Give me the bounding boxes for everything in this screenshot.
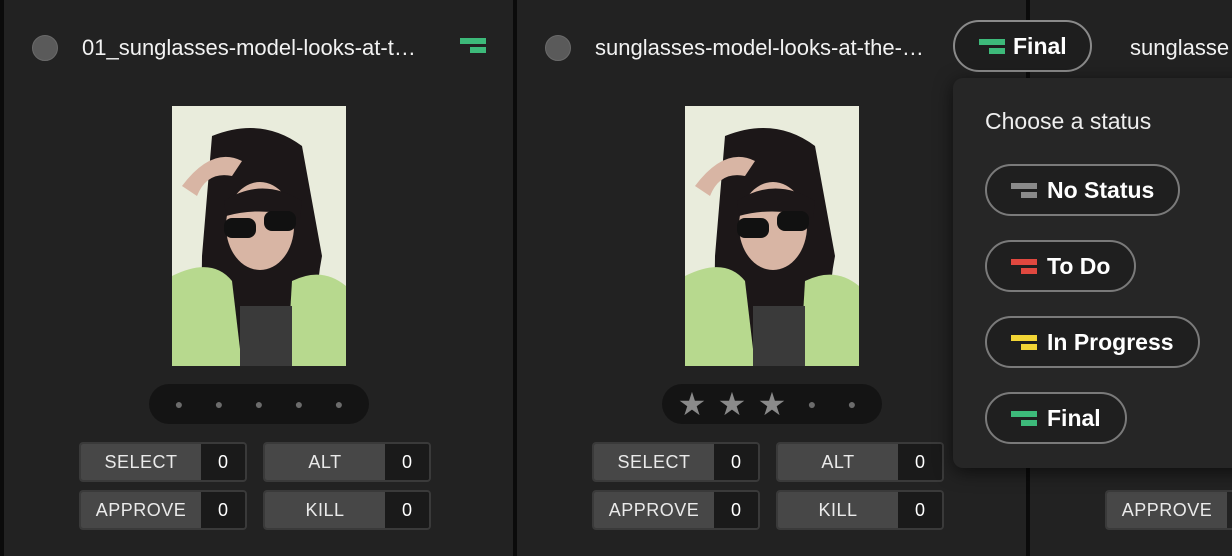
counter-label[interactable]: KILL xyxy=(265,492,385,528)
approve-counter[interactable]: APPROVE xyxy=(1105,490,1232,530)
star-icon[interactable]: ★ xyxy=(672,384,712,424)
status-bars-icon[interactable] xyxy=(460,38,486,53)
counter-value: 0 xyxy=(714,492,758,528)
asset-filename: sunglasses-model-looks-at-the-… xyxy=(595,35,924,60)
status-option-label: To Do xyxy=(1047,252,1111,279)
counter-label[interactable]: ALT xyxy=(265,444,385,480)
status-bars-icon xyxy=(1011,182,1037,198)
counter-label[interactable]: APPROVE xyxy=(594,492,714,528)
star-rating[interactable]: ★ ★ ★ ● ● xyxy=(662,384,882,424)
star-icon[interactable]: ★ xyxy=(752,384,792,424)
status-option-label: No Status xyxy=(1047,176,1155,203)
approve-counter[interactable]: APPROVE 0 xyxy=(592,490,760,530)
status-bars-icon xyxy=(979,38,1005,54)
status-option-in-progress[interactable]: In Progress xyxy=(985,316,1200,368)
status-option-to-do[interactable]: To Do xyxy=(985,240,1137,292)
counter-value: 0 xyxy=(898,444,942,480)
counter-label[interactable]: APPROVE xyxy=(81,492,201,528)
rating-dot-2[interactable]: ● xyxy=(199,396,239,412)
status-bars-icon xyxy=(1011,410,1037,426)
counter-value: 0 xyxy=(201,492,245,528)
asset-filename: 01_sunglasses-model-looks-at-t… xyxy=(82,35,416,60)
status-menu: Choose a status No Status To Do In Progr… xyxy=(953,78,1232,468)
status-option-label: In Progress xyxy=(1047,328,1174,355)
rating-dot-4[interactable]: ● xyxy=(279,396,319,412)
rating-dot-3[interactable]: ● xyxy=(239,396,279,412)
status-bars-icon xyxy=(1011,258,1037,274)
status-option-final[interactable]: Final xyxy=(985,392,1127,444)
status-menu-title: Choose a status xyxy=(985,108,1152,134)
approve-counter[interactable]: APPROVE 0 xyxy=(79,490,247,530)
status-option-label: Final xyxy=(1047,404,1101,431)
counter-label[interactable]: SELECT xyxy=(594,444,714,480)
counter-value: 0 xyxy=(385,492,429,528)
status-bars-icon xyxy=(1011,334,1037,350)
status-option-no-status[interactable]: No Status xyxy=(985,164,1181,216)
rating-dot-1[interactable]: ● xyxy=(159,396,199,412)
kill-counter[interactable]: KILL 0 xyxy=(776,490,944,530)
select-counter[interactable]: SELECT 0 xyxy=(79,442,247,482)
star-rating[interactable]: ● ● ● ● ● xyxy=(149,384,369,424)
select-radio-icon[interactable] xyxy=(545,35,571,61)
status-button-label: Final xyxy=(1013,32,1067,59)
asset-thumbnail[interactable] xyxy=(685,106,859,366)
counter-label[interactable]: SELECT xyxy=(81,444,201,480)
counter-label[interactable]: ALT xyxy=(778,444,898,480)
select-counter[interactable]: SELECT 0 xyxy=(592,442,760,482)
asset-card[interactable]: 01_sunglasses-model-looks-at-t… ● ● ● ● … xyxy=(0,0,517,556)
asset-filename: sunglasse xyxy=(1130,35,1230,60)
select-radio-icon[interactable] xyxy=(32,35,58,61)
counter-value: 0 xyxy=(898,492,942,528)
rating-dot-5[interactable]: ● xyxy=(832,396,872,412)
status-dropdown-button[interactable]: Final xyxy=(953,20,1092,72)
asset-thumbnail[interactable] xyxy=(172,106,346,366)
counter-label[interactable]: APPROVE xyxy=(1107,492,1227,528)
counter-label[interactable]: KILL xyxy=(778,492,898,528)
rating-dot-4[interactable]: ● xyxy=(792,396,832,412)
rating-dot-5[interactable]: ● xyxy=(319,396,359,412)
kill-counter[interactable]: KILL 0 xyxy=(263,490,431,530)
counter-value: 0 xyxy=(385,444,429,480)
counter-value: 0 xyxy=(714,444,758,480)
counter-value: 0 xyxy=(201,444,245,480)
alt-counter[interactable]: ALT 0 xyxy=(776,442,944,482)
alt-counter[interactable]: ALT 0 xyxy=(263,442,431,482)
star-icon[interactable]: ★ xyxy=(712,384,752,424)
